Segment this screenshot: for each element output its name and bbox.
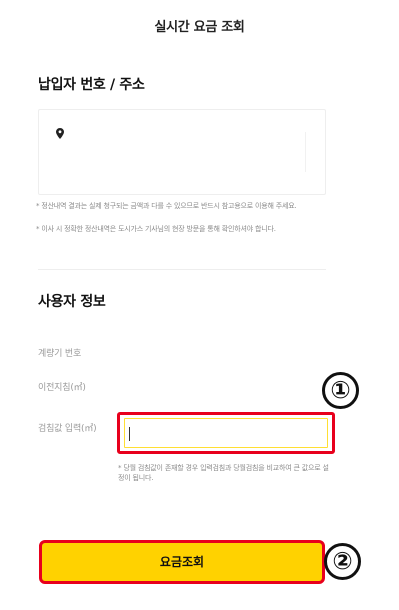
input-inner-border — [124, 418, 328, 448]
fee-query-button[interactable]: 요금조회 — [39, 540, 325, 584]
notice-text: * 이사 시 정확한 정산내역은 도시가스 기사님의 현장 방문을 통해 확인하… — [36, 225, 276, 233]
location-pin-icon — [56, 128, 64, 139]
meter-reading-input[interactable] — [117, 412, 335, 454]
text-cursor — [129, 427, 130, 441]
callout-marker-1: ① — [322, 372, 359, 409]
section-divider — [38, 269, 326, 270]
reading-note: * 당월 검침값이 존재할 경우 입력검침과 당월검침을 비교하여 큰 값으로 … — [118, 464, 329, 482]
user-section-title: 사용자 정보 — [38, 294, 106, 310]
meter-number-label: 계량기 번호 — [38, 349, 82, 359]
page-title: 실시간 요금 조회 — [154, 20, 245, 35]
reading-input-label: 검침값 입력(㎥) — [38, 424, 97, 434]
address-box[interactable] — [38, 109, 326, 195]
notice-text: * 정산내역 결과는 실제 청구되는 금액과 다를 수 있으므로 반드시 참고용… — [36, 202, 297, 210]
box-divider — [305, 132, 306, 172]
callout-marker-2: ② — [324, 543, 361, 580]
payer-section-title: 납입자 번호 / 주소 — [38, 77, 145, 93]
previous-reading-label: 이전지침(㎥) — [38, 383, 86, 393]
